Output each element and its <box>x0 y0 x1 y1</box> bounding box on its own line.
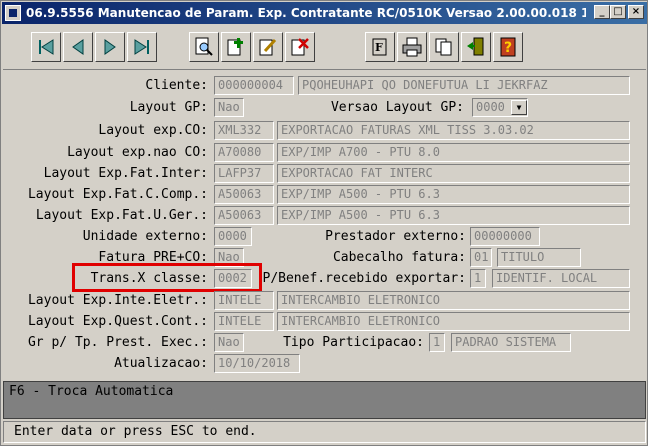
message-area: F6 - Troca Automatica <box>3 381 646 419</box>
application-window: 06.9.5556 Manutencao de Param. Exp. Cont… <box>0 0 648 446</box>
delete-button[interactable] <box>285 32 315 62</box>
versao-layout-gp-label: Versao Layout GP: <box>330 100 464 115</box>
exit-door-icon <box>467 37 484 56</box>
copy-icon <box>435 38 452 56</box>
printer-icon <box>402 37 422 57</box>
layout-gp-field[interactable]: Nao <box>214 98 244 117</box>
help-button[interactable]: ? <box>493 32 523 62</box>
first-record-button[interactable] <box>31 32 61 62</box>
maximize-button[interactable]: □ <box>610 5 626 19</box>
highlight-box <box>72 263 262 292</box>
add-icon <box>227 38 243 56</box>
search-button[interactable] <box>189 32 219 62</box>
app-icon <box>5 5 21 21</box>
layout-exp-fat-c-comp-code-field[interactable]: A50063 <box>214 185 274 204</box>
edit-button[interactable] <box>253 32 283 62</box>
layout-exp-inte-eletr-label: Layout Exp.Inte.Eletr.: <box>27 293 208 308</box>
layout-exp-co-code-field[interactable]: XML332 <box>214 121 274 140</box>
atualizacao-label: Atualizacao: <box>114 356 208 371</box>
layout-exp-co-label: Layout exp.CO: <box>98 123 208 138</box>
layout-exp-quest-cont-desc-field: INTERCAMBIO ELETRONICO <box>277 312 630 331</box>
chevron-down-icon[interactable]: ▼ <box>511 100 527 115</box>
benef-recebido-label: P/Benef.recebido exportar: <box>262 271 467 286</box>
cabecalho-fatura-label: Cabecalho fatura: <box>332 250 466 265</box>
tipo-participacao-code-field[interactable]: 1 <box>429 333 445 352</box>
gr-tp-prest-exec-label: Gr p/ Tp. Prest. Exec.: <box>27 335 208 350</box>
minimize-button[interactable]: _ <box>594 5 610 19</box>
benef-recebido-desc-field: IDENTIF. LOCAL <box>492 269 630 288</box>
gr-tp-prest-exec-field[interactable]: Nao <box>214 333 244 352</box>
tipo-participacao-label: Tipo Participacao: <box>283 335 424 350</box>
layout-exp-quest-cont-label: Layout Exp.Quest.Cont.: <box>27 314 208 329</box>
layout-exp-fat-c-comp-label: Layout Exp.Fat.C.Comp.: <box>27 187 208 202</box>
copy-button[interactable] <box>429 32 459 62</box>
unidade-externo-field[interactable]: 0000 <box>214 227 252 246</box>
layout-exp-nao-co-code-field[interactable]: A70080 <box>214 143 274 162</box>
close-button[interactable]: × <box>628 5 644 19</box>
benef-recebido-code-field[interactable]: 1 <box>470 269 486 288</box>
layout-exp-fat-inter-label: Layout Exp.Fat.Inter: <box>43 166 208 181</box>
cliente-code-field[interactable]: 000000004 <box>214 76 294 95</box>
atualizacao-field: 10/10/2018 <box>214 354 300 373</box>
status-bar: Enter data or press ESC to end. <box>3 421 646 443</box>
next-record-icon <box>104 39 116 55</box>
layout-exp-fat-c-comp-desc-field: EXP/IMP A500 - PTU 6.3 <box>277 185 630 204</box>
layout-exp-nao-co-label: Layout exp.nao CO: <box>67 145 208 160</box>
previous-record-icon <box>72 39 84 55</box>
layout-exp-nao-co-desc-field: EXP/IMP A700 - PTU 8.0 <box>277 143 630 162</box>
prestador-externo-field[interactable]: 00000000 <box>470 227 540 246</box>
cabecalho-fatura-code-field[interactable]: 01 <box>470 248 492 267</box>
svg-text:?: ? <box>504 40 512 56</box>
search-icon <box>195 37 213 56</box>
title-bar: 06.9.5556 Manutencao de Param. Exp. Cont… <box>2 2 647 24</box>
layout-exp-fat-inter-desc-field: EXPORTACAO FAT INTERC <box>277 164 630 183</box>
filter-icon: F <box>372 38 387 56</box>
layout-exp-fat-u-ger-label: Layout Exp.Fat.U.Ger.: <box>35 208 208 223</box>
first-record-icon <box>39 39 54 55</box>
last-record-icon <box>134 39 149 55</box>
help-icon: ? <box>500 37 516 57</box>
delete-icon <box>291 38 309 56</box>
last-record-button[interactable] <box>127 32 157 62</box>
add-button[interactable] <box>221 32 251 62</box>
print-button[interactable] <box>397 32 427 62</box>
cabecalho-fatura-desc-field: TITULO <box>497 248 581 267</box>
form-panel: Cliente: 000000004 PQOHEUHAPI QO DONEFUT… <box>3 69 646 379</box>
layout-exp-fat-u-ger-code-field[interactable]: A50063 <box>214 206 274 225</box>
layout-exp-quest-cont-code-field[interactable]: INTELE <box>214 312 274 331</box>
filter-button[interactable]: F <box>365 32 395 62</box>
layout-exp-inte-eletr-desc-field: INTERCAMBIO ELETRONICO <box>277 291 630 310</box>
exit-button[interactable] <box>461 32 491 62</box>
toolbar: F ? <box>3 26 646 68</box>
unidade-externo-label: Unidade externo: <box>82 229 208 244</box>
window-title: 06.9.5556 Manutencao de Param. Exp. Cont… <box>26 6 586 20</box>
tipo-participacao-desc-field: PADRAO SISTEMA <box>451 333 571 352</box>
layout-gp-label: Layout GP: <box>129 100 208 115</box>
layout-exp-inte-eletr-code-field[interactable]: INTELE <box>214 291 274 310</box>
layout-exp-fat-u-ger-desc-field: EXP/IMP A500 - PTU 6.3 <box>277 206 630 225</box>
svg-text:F: F <box>375 41 383 54</box>
next-record-button[interactable] <box>95 32 125 62</box>
prestador-externo-label: Prestador externo: <box>325 229 466 244</box>
cliente-name-field: PQOHEUHAPI QO DONEFUTUA LI JEKRFAZ <box>298 76 630 95</box>
previous-record-button[interactable] <box>63 32 93 62</box>
layout-exp-fat-inter-code-field[interactable]: LAFP37 <box>214 164 274 183</box>
edit-icon <box>259 38 277 56</box>
layout-exp-co-desc-field: EXPORTACAO FATURAS XML TISS 3.03.02 <box>277 121 630 140</box>
cliente-label: Cliente: <box>145 78 208 93</box>
